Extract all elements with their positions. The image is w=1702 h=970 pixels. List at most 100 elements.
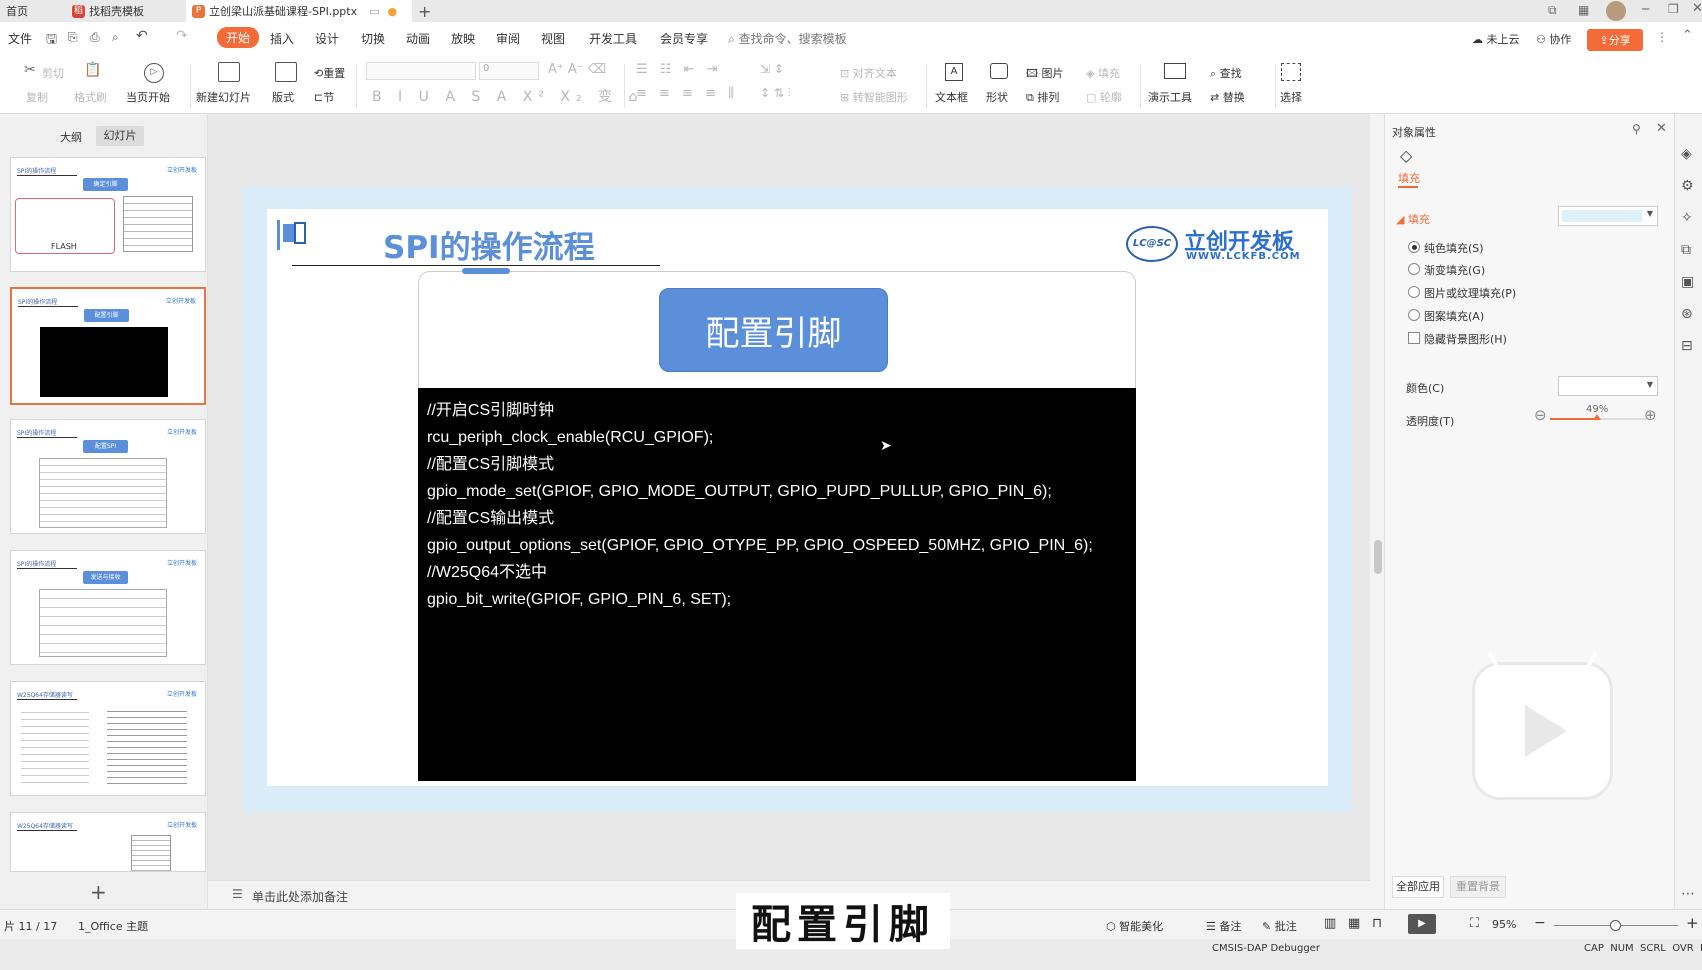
smart-beautify-button[interactable]: ⬡ 智能美化: [1106, 918, 1163, 934]
new-tab-icon[interactable]: +: [418, 2, 431, 21]
preview-icon[interactable]: ⌕: [112, 30, 119, 45]
select-icon[interactable]: [1281, 63, 1301, 81]
collapse-ribbon-icon[interactable]: ⌃: [1682, 28, 1693, 43]
minimize-icon[interactable]: ─: [1642, 2, 1649, 16]
more-icon[interactable]: ⋯: [1681, 886, 1695, 902]
cut-icon[interactable]: ✂: [24, 62, 36, 78]
property-icon[interactable]: ◈: [1681, 146, 1692, 162]
textbox-icon[interactable]: A: [945, 63, 963, 81]
format-painter-button[interactable]: 格式刷: [74, 89, 107, 105]
shape-icon[interactable]: [990, 63, 1008, 79]
menu-design[interactable]: 设计: [315, 30, 339, 47]
presenter-icon[interactable]: [1164, 63, 1186, 79]
menu-home[interactable]: 开始: [217, 27, 260, 48]
tab-fill[interactable]: 填充: [1398, 170, 1420, 186]
window-icon[interactable]: ▭: [369, 5, 379, 18]
share-button[interactable]: ⇪ 分享: [1587, 29, 1643, 51]
slide-thumbnail-15[interactable]: W25Q64存储器读写 立创开发板: [10, 812, 206, 872]
print-icon[interactable]: ⎙: [90, 30, 100, 45]
close-icon[interactable]: ✕: [1692, 1, 1702, 16]
canvas-scrollbar[interactable]: [1374, 540, 1382, 574]
option-picture-fill[interactable]: 图片或纹理填充(P): [1424, 285, 1516, 301]
align-icons[interactable]: ≡ ≡ ≡ ≡ ⫼: [636, 86, 738, 101]
align-text-button[interactable]: ⊡ 对齐文本: [840, 65, 897, 81]
play-from-current-button[interactable]: 当页开始: [126, 89, 170, 105]
slide-thumbnail-12[interactable]: SPI的操作流程 配置SPI 立创开发板: [10, 419, 206, 534]
minus-circle-icon[interactable]: ⊖: [1534, 406, 1547, 424]
find-button[interactable]: ⌕ 查找: [1210, 65, 1242, 81]
slide-thumbnail-14[interactable]: W25Q64存储器读写 立创开发板: [10, 681, 206, 796]
radio-picture-fill[interactable]: [1408, 286, 1420, 298]
radio-pattern-fill[interactable]: [1408, 309, 1420, 321]
cut-button[interactable]: 剪切: [42, 65, 64, 81]
tab-document[interactable]: P 立创梁山派基础课程-SPI.pptx ▭ ●: [186, 0, 412, 22]
slide-thumbnail-10[interactable]: SPI的操作流程 确定引脚 立创开发板 FLASH: [10, 157, 206, 272]
redo-icon[interactable]: ↷: [176, 28, 188, 44]
undo-icon[interactable]: ↶: [136, 28, 148, 44]
collab-button[interactable]: ⚇ 协作: [1536, 31, 1571, 47]
location-icon[interactable]: ⊛: [1681, 306, 1693, 322]
grid-icon[interactable]: ▦: [1578, 3, 1589, 17]
cloud-status[interactable]: ☁ 未上云: [1472, 31, 1520, 47]
slide-thumbnail-13[interactable]: SPI的操作流程 发送与接收 立创开发板: [10, 550, 206, 665]
paste-icon[interactable]: 📋: [84, 62, 101, 78]
replace-button[interactable]: ⇄ 替换: [1210, 89, 1245, 105]
option-gradient-fill[interactable]: 渐变填充(G): [1424, 262, 1485, 278]
slide-title[interactable]: SPI的操作流程: [383, 222, 595, 267]
close-panel-icon[interactable]: ✕: [1656, 121, 1667, 136]
menu-slideshow[interactable]: 放映: [451, 30, 475, 47]
normal-view-icon[interactable]: ▥: [1324, 916, 1336, 931]
media-icon[interactable]: ▣: [1681, 274, 1694, 290]
fill-section-header[interactable]: ◢ 填充: [1396, 211, 1430, 227]
menu-devtools[interactable]: 开发工具: [589, 30, 637, 47]
menu-vip[interactable]: 会员专享: [660, 30, 708, 47]
text-format-icons[interactable]: B I U A S A X² X₂ 变 ⌂: [372, 86, 643, 106]
copy-button[interactable]: 复制: [26, 89, 48, 105]
add-slide-icon[interactable]: +: [90, 880, 107, 904]
pin-icon[interactable]: ⚲: [1632, 122, 1641, 136]
zoom-slider[interactable]: [1554, 920, 1678, 931]
export-icon[interactable]: ⎘: [68, 30, 78, 45]
fit-icon[interactable]: ⛶: [1470, 916, 1479, 931]
spacing-icons[interactable]: ↕ ⇅ ⫶: [760, 86, 791, 101]
reset-button[interactable]: ⟲重置: [314, 65, 345, 81]
zoom-out-icon[interactable]: −: [1534, 915, 1546, 931]
sorter-view-icon[interactable]: ▦: [1348, 916, 1360, 931]
smart-art-button[interactable]: ⊞ 转智能图形: [840, 89, 908, 105]
video-play-overlay[interactable]: [1472, 651, 1613, 800]
restore-icon[interactable]: ❐: [1668, 2, 1679, 16]
menu-insert[interactable]: 插入: [270, 30, 294, 47]
zoom-level[interactable]: 95%: [1492, 918, 1516, 931]
reading-view-icon[interactable]: ⊓: [1372, 916, 1382, 931]
shape-button[interactable]: 形状: [986, 89, 1008, 105]
notes-button[interactable]: ☰ 备注: [1206, 918, 1241, 934]
slide-thumbnail-11[interactable]: SPI的操作流程 配置引脚 立创开发板: [10, 287, 206, 405]
settings-icon[interactable]: ⚙: [1681, 178, 1694, 194]
layout-icon[interactable]: [275, 62, 297, 82]
font-size-select[interactable]: 0: [479, 62, 539, 80]
menu-animation[interactable]: 动画: [406, 30, 430, 47]
tab-template[interactable]: 稻找稻壳模板: [66, 0, 184, 22]
play-current-icon[interactable]: ▷: [144, 63, 164, 83]
tab-outline[interactable]: 大纲: [60, 129, 82, 145]
panel-title[interactable]: 对象属性: [1392, 124, 1436, 140]
select-button[interactable]: 选择: [1280, 89, 1302, 105]
zoom-in-icon[interactable]: +: [1686, 914, 1699, 932]
fill-color-select[interactable]: ▼: [1558, 206, 1658, 226]
menu-transition[interactable]: 切换: [361, 30, 385, 47]
menu-file[interactable]: 文件: [8, 30, 32, 47]
direction-icons[interactable]: ⇲ ↕: [760, 62, 784, 76]
code-block[interactable]: //开启CS引脚时钟 rcu_periph_clock_enable(RCU_G…: [418, 388, 1136, 781]
color-select[interactable]: ▼: [1558, 376, 1658, 396]
plus-circle-icon[interactable]: ⊕: [1644, 406, 1657, 424]
font-family-select[interactable]: [366, 62, 476, 80]
save-icon[interactable]: 🖫: [46, 30, 57, 52]
layout-icon[interactable]: ⧉: [1548, 3, 1557, 18]
more-icon[interactable]: ⋮: [1656, 30, 1668, 44]
book-icon[interactable]: ⊟: [1681, 338, 1693, 354]
list-icons[interactable]: ☰ ☷ ⇤ ⇥: [636, 62, 722, 77]
option-pattern-fill[interactable]: 图案填充(A): [1424, 308, 1484, 324]
avatar[interactable]: [1606, 1, 1626, 21]
presenter-tools-button[interactable]: 演示工具: [1148, 89, 1192, 105]
layout-button[interactable]: 版式: [272, 89, 294, 105]
